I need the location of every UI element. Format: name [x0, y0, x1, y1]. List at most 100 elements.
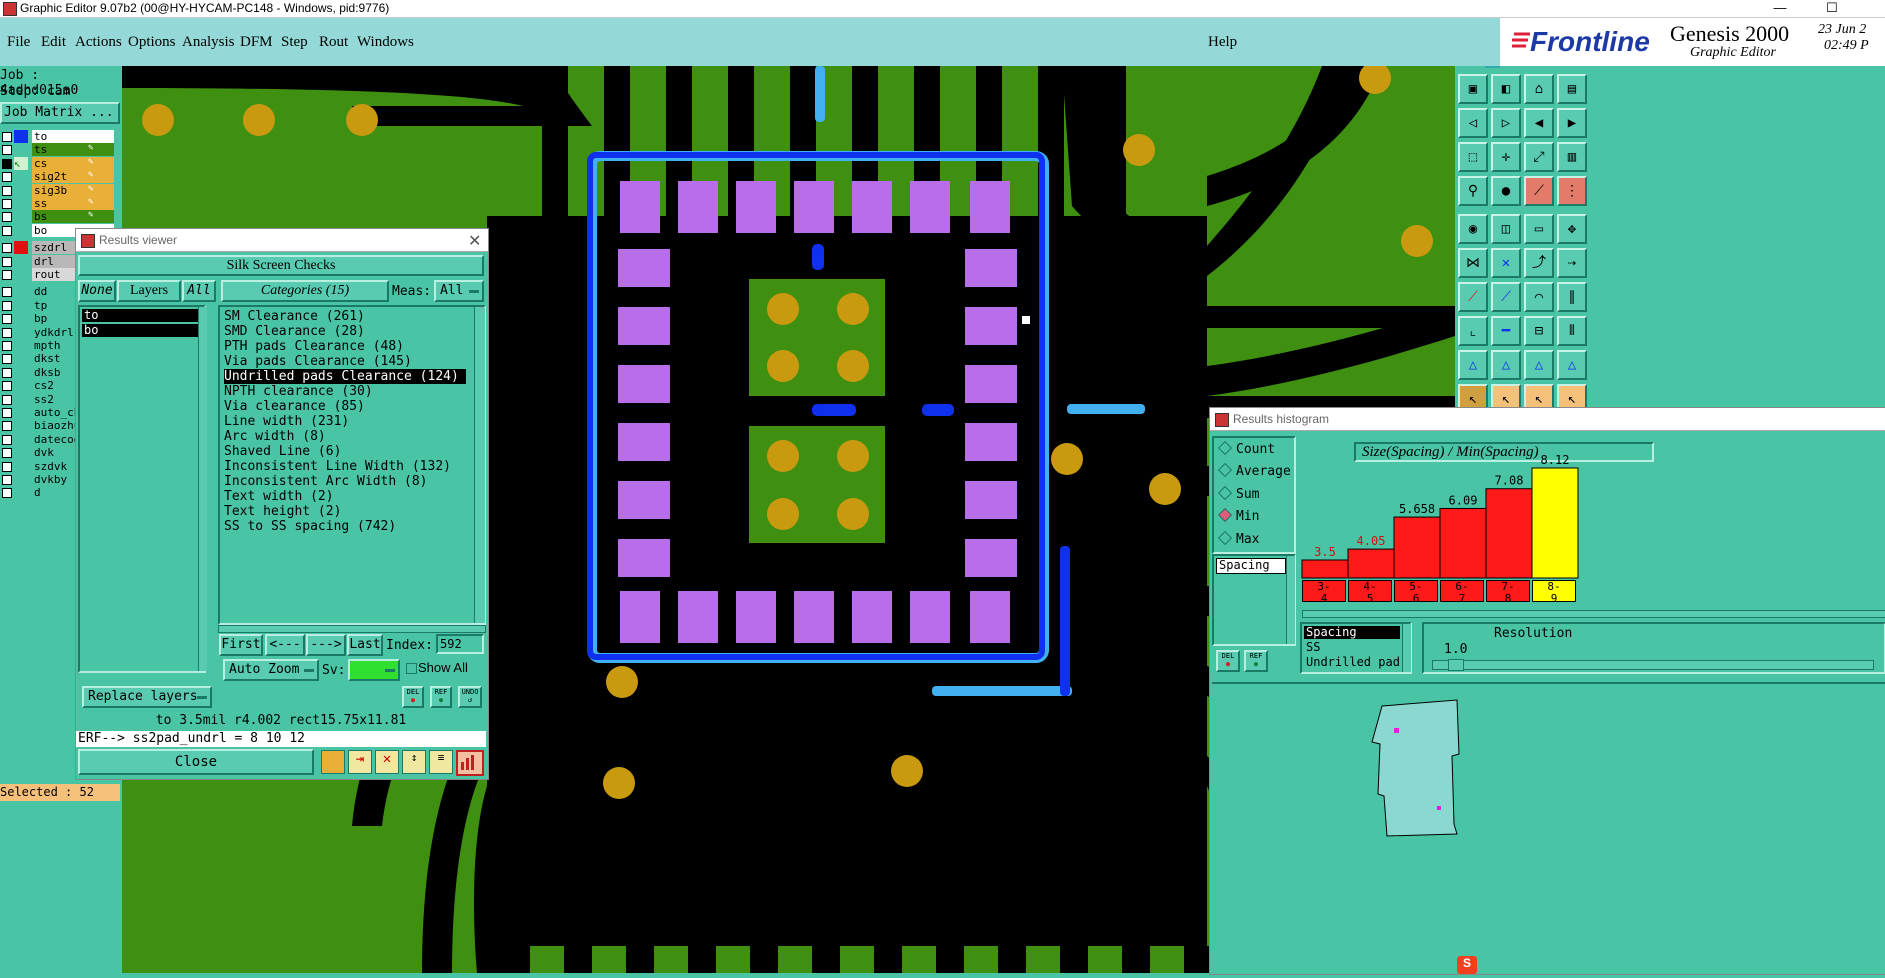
all-button[interactable]: All [182, 280, 216, 302]
category-item[interactable]: Text width (2) [224, 489, 334, 504]
category-item[interactable]: Shaved Line (6) [224, 444, 341, 459]
corner-icon[interactable]: ⌞ [1458, 316, 1488, 346]
index-input[interactable]: 592 [436, 634, 484, 654]
histogram-bar[interactable] [1393, 516, 1441, 579]
first-button[interactable]: First [219, 634, 263, 656]
layer-color-swatch[interactable] [14, 285, 28, 298]
layer-color-swatch[interactable] [14, 339, 28, 352]
range-label[interactable]: 5- 6 [1394, 580, 1438, 605]
layer-row-sig3b[interactable]: sig3b ✎ [0, 183, 122, 197]
pan-right-icon[interactable]: ▷ [1491, 108, 1521, 138]
del-button[interactable]: DEL ● [402, 686, 424, 708]
layer-row-to[interactable]: to [0, 130, 122, 143]
prev-button[interactable]: <--- [265, 634, 305, 656]
scale-1to2-icon[interactable]: ⤢ [1524, 142, 1554, 172]
list-item[interactable]: bo [82, 324, 200, 337]
layer-checkbox[interactable] [2, 394, 12, 405]
layer-color-swatch[interactable] [14, 255, 28, 268]
diag-line-icon[interactable]: ⟋ [1491, 282, 1521, 312]
histogram-hscrollbar[interactable] [1302, 610, 1885, 618]
ime-icon[interactable]: S [1457, 956, 1477, 974]
radio-max[interactable]: Max [1217, 530, 1259, 547]
layer-checkbox[interactable] [2, 185, 12, 196]
histogram-bar[interactable] [1485, 488, 1533, 579]
layer-checkbox[interactable] [2, 408, 12, 418]
shape-icon[interactable]: ◫ [1491, 214, 1521, 244]
hline-icon[interactable]: ━ [1491, 316, 1521, 346]
extend-icon[interactable]: ⇢ [1557, 248, 1587, 278]
close-icon[interactable]: ✕ [468, 231, 481, 251]
layer-color-swatch[interactable] [14, 241, 28, 255]
sv-color-dropdown[interactable] [348, 659, 400, 681]
layer-edit-icon[interactable]: ✎ [88, 184, 93, 194]
histogram-bar[interactable] [1347, 548, 1395, 579]
list-item[interactable]: SS [1304, 641, 1400, 654]
spacing-scrollbar[interactable] [1402, 624, 1411, 672]
category-item[interactable]: Arc width (8) [224, 429, 326, 444]
layer-edit-icon[interactable]: ✎ [88, 143, 93, 153]
menu-windows[interactable]: Windows [357, 34, 414, 51]
export-icon[interactable]: ⇥ [348, 750, 372, 774]
layer-color-swatch[interactable] [14, 170, 28, 183]
pan-forward-icon[interactable]: ▶ [1557, 108, 1587, 138]
net-icon[interactable]: ⋮ [1557, 176, 1587, 206]
menu-dfm[interactable]: DFM [240, 34, 273, 51]
spacing-list[interactable]: Spacing SS Undrilled pad [1300, 622, 1412, 674]
layer-row-ts[interactable]: ts ✎ [0, 143, 122, 157]
category-item[interactable]: SS to SS spacing (742) [224, 519, 396, 534]
layer-edit-icon[interactable]: ✎ [88, 157, 93, 167]
layer-checkbox[interactable] [2, 354, 12, 365]
layer-checkbox[interactable] [2, 461, 12, 472]
layer-checkbox[interactable] [2, 212, 12, 223]
layer-color-swatch[interactable] [14, 143, 28, 156]
histogram-bar[interactable] [1439, 507, 1487, 579]
layer-color-swatch[interactable] [14, 379, 28, 392]
slider-handle[interactable] [1448, 659, 1464, 671]
show-all-checkbox[interactable] [406, 663, 417, 674]
snap-point-icon[interactable]: ● [1491, 176, 1521, 206]
range-label[interactable]: 8- 9 [1532, 580, 1576, 605]
layer-checkbox[interactable] [2, 341, 12, 351]
list-item[interactable]: Undrilled pad [1304, 656, 1404, 669]
category-item[interactable]: PTH pads Clearance (48) [224, 339, 404, 354]
connect-icon[interactable]: ⤴ [1524, 248, 1554, 278]
trace-icon[interactable]: ⟋ [1524, 176, 1554, 206]
node-icon[interactable]: ⋈ [1458, 248, 1488, 278]
menu-rout[interactable]: Rout [319, 34, 348, 51]
menu-analysis[interactable]: Analysis [182, 34, 235, 51]
layer-color-swatch[interactable] [14, 352, 28, 365]
layer-color-swatch[interactable] [14, 486, 28, 499]
layer-color-swatch[interactable] [14, 326, 28, 339]
layer-color-swatch[interactable] [14, 446, 28, 459]
layer-checkbox[interactable] [2, 256, 12, 267]
replace-layers-dropdown[interactable]: Replace layers [82, 686, 212, 708]
layer-color-swatch[interactable] [14, 184, 28, 197]
layer-checkbox[interactable] [2, 287, 12, 298]
undo-button[interactable]: UNDO ↺ [458, 686, 482, 708]
maximize-button[interactable]: ☐ [1812, 0, 1852, 17]
category-item[interactable]: SMD Clearance (28) [224, 324, 365, 339]
layout-icon[interactable]: ▤ [1557, 74, 1587, 104]
layer-color-swatch[interactable] [14, 299, 28, 312]
none-button[interactable]: None [78, 280, 116, 302]
ruler-icon[interactable]: ▭ [1524, 214, 1554, 244]
close-button[interactable]: Close [78, 749, 314, 775]
category-item[interactable]: Inconsistent Arc Width (8) [224, 474, 428, 489]
layer-color-swatch[interactable] [14, 393, 28, 406]
hist-del-button[interactable]: DEL ● [1216, 650, 1240, 672]
job-matrix-button[interactable]: Job Matrix ... [0, 102, 120, 124]
zoom-home-icon[interactable]: ▣ [1458, 74, 1488, 104]
histogram-bar[interactable] [1301, 559, 1349, 579]
radio-count[interactable]: Count [1217, 440, 1275, 457]
menu-file[interactable]: File [7, 34, 30, 51]
layer-checkbox[interactable] [2, 448, 12, 459]
layer-row-bs[interactable]: bs ✎ [0, 210, 122, 224]
range-label[interactable]: 7- 8 [1486, 580, 1530, 605]
meas-dropdown[interactable]: All [434, 280, 484, 302]
triangle-red-icon[interactable]: △ [1491, 350, 1521, 380]
triangle-blue-icon[interactable]: △ [1524, 350, 1554, 380]
layer-color-swatch[interactable] [14, 224, 28, 237]
category-item[interactable]: NPTH clearance (30) [224, 384, 373, 399]
layer-color-swatch[interactable] [14, 419, 28, 432]
home-icon[interactable]: ⌂ [1524, 74, 1554, 104]
